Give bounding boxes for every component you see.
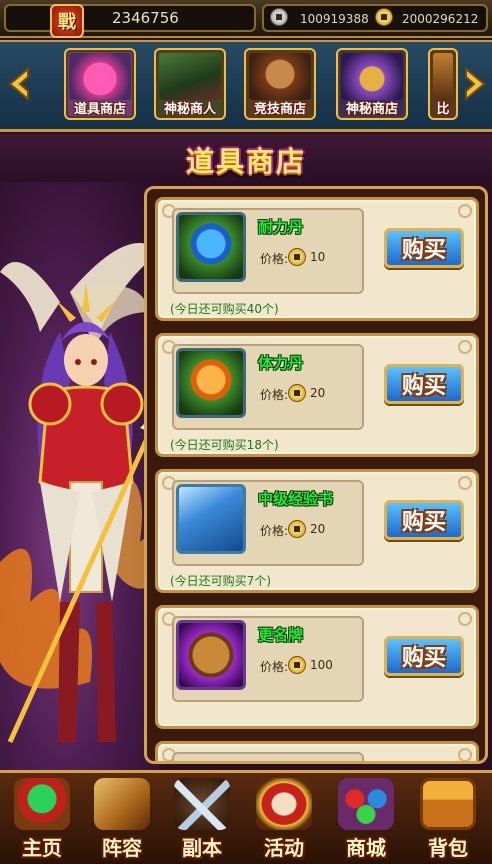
corner-ornament-icon: [458, 340, 472, 354]
tab-label: 道具商店: [73, 102, 126, 117]
item-name: 中级经验书: [258, 490, 334, 508]
gold-coin-icon: [288, 248, 306, 266]
price-label: 价格:: [260, 660, 289, 674]
arena-shop-icon: [249, 53, 311, 100]
item-name: 耐力丹: [258, 218, 304, 236]
gold-coin-icon: [288, 656, 306, 674]
price-value: 10: [310, 250, 326, 264]
buy-button[interactable]: 购买: [384, 500, 464, 540]
scroll-left-arrow-icon[interactable]: [4, 66, 34, 102]
gold-coin-icon: [375, 8, 393, 26]
nav-label: 主页: [22, 836, 62, 860]
price-label: 价格:: [260, 388, 289, 402]
corner-ornament-icon: [458, 748, 472, 761]
tab-partial[interactable]: 比: [428, 48, 458, 120]
nav-dungeon[interactable]: 副本: [164, 776, 240, 860]
page-title: 道具商店: [185, 145, 306, 178]
nav-label: 商城: [346, 836, 386, 860]
goods-card: 更名牌 价格: 100 购买: [155, 605, 479, 729]
goods-card: 耐力丹 价格: 10 (今日还可购买40个) 购买: [155, 197, 479, 321]
lineup-scroll-icon: [94, 778, 150, 830]
corner-ornament-icon: [458, 476, 472, 490]
goods-card: 体力丹 价格: 20 (今日还可购买18个) 购买: [155, 333, 479, 457]
goods-card: 中级经验书 价格: 20 (今日还可购买7个) 购买: [155, 469, 479, 593]
nav-lineup[interactable]: 阵容: [84, 776, 160, 860]
item-name: 更名牌: [258, 626, 304, 644]
buy-button[interactable]: 购买: [384, 364, 464, 404]
purchase-limit: (今日还可购买7个): [170, 574, 271, 588]
crossed-swords-icon: [174, 778, 230, 830]
hero-warrior-icon: [0, 243, 160, 744]
silver-value: 100919388: [300, 12, 369, 26]
buy-button[interactable]: 购买: [384, 228, 464, 268]
silver-coin-icon: [270, 8, 288, 26]
price-value: 20: [310, 522, 326, 536]
nav-mall[interactable]: 商城: [328, 776, 404, 860]
buy-button[interactable]: 购买: [384, 636, 464, 676]
nav-label: 副本: [182, 836, 222, 860]
tab-mystery-merchant[interactable]: 神秘商人: [154, 48, 226, 120]
backpack-chest-icon: [420, 778, 476, 830]
scroll-right-arrow-icon[interactable]: [460, 66, 490, 102]
treasure-chest-icon: [341, 53, 403, 100]
tab-label: 比: [436, 102, 450, 117]
rename-card-icon[interactable]: [176, 620, 246, 690]
nav-label: 阵容: [102, 836, 142, 860]
tab-label: 神秘商店: [345, 102, 398, 117]
partial-tab-icon: [433, 53, 453, 100]
tab-arena-shop[interactable]: 竞技商店: [244, 48, 316, 120]
drum-icon: [256, 778, 312, 830]
orange-pill-icon[interactable]: [176, 348, 246, 418]
gold-coin-icon: [288, 384, 306, 402]
corner-ornament-icon: [458, 204, 472, 218]
item-name: 体力丹: [258, 354, 304, 372]
goods-card: [155, 741, 479, 761]
gems-icon: [338, 778, 394, 830]
hero-illustration: [0, 182, 160, 782]
nav-label: 活动: [264, 836, 304, 860]
purchase-limit: (今日还可购买18个): [170, 438, 279, 452]
price-value: 20: [310, 386, 326, 400]
gift-box-icon: [69, 53, 131, 100]
exp-book-icon[interactable]: [176, 484, 246, 554]
goods-list-panel[interactable]: 耐力丹 价格: 10 (今日还可购买40个) 购买 体力丹 价格: 20 (今日…: [144, 186, 488, 764]
tab-label: 神秘商人: [163, 102, 216, 117]
goods-info-box: [172, 752, 364, 761]
nav-label: 背包: [428, 836, 468, 860]
tab-item-shop[interactable]: 道具商店: [64, 48, 136, 120]
price-label: 价格:: [260, 252, 289, 266]
tab-mystery-shop[interactable]: 神秘商店: [336, 48, 408, 120]
price-label: 价格:: [260, 524, 289, 538]
nav-backpack[interactable]: 背包: [410, 776, 486, 860]
home-pagoda-icon: [14, 778, 70, 830]
price-value: 100: [310, 658, 333, 672]
blue-pill-icon[interactable]: [176, 212, 246, 282]
battle-power-icon: 戰: [50, 4, 84, 38]
purchase-limit: (今日还可购买40个): [170, 302, 279, 316]
battle-power-value: 2346756: [112, 9, 179, 27]
corner-ornament-icon: [458, 612, 472, 626]
gold-value: 2000296212: [402, 12, 479, 26]
tab-label: 竞技商店: [253, 102, 306, 117]
nav-events[interactable]: 活动: [246, 776, 322, 860]
mystery-merchant-icon: [159, 53, 221, 100]
gold-coin-icon: [288, 520, 306, 538]
nav-home[interactable]: 主页: [4, 776, 80, 860]
